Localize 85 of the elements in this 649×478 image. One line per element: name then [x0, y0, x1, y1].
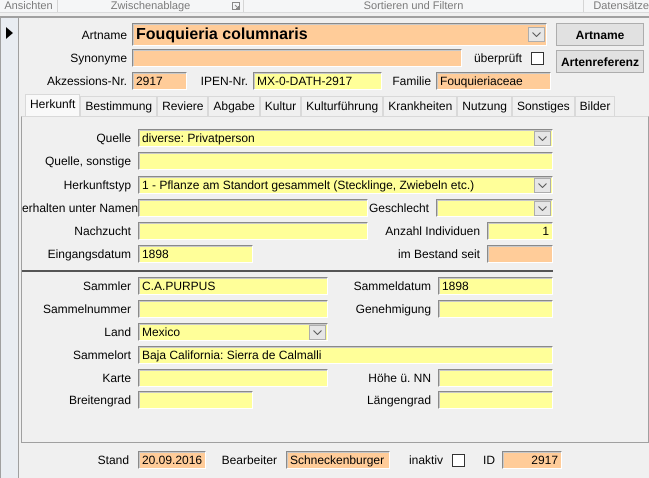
text-field[interactable]	[138, 222, 368, 240]
dropdown-button[interactable]	[534, 178, 551, 192]
text-field[interactable]	[438, 369, 553, 387]
record-pointer-icon	[6, 26, 13, 39]
text-field[interactable]	[138, 369, 328, 387]
tab[interactable]: Sonstiges	[512, 96, 575, 116]
field-label: Geschlecht	[368, 200, 430, 217]
ribbon-group-label: Ansichten	[4, 0, 53, 12]
field-label: Familie	[391, 73, 432, 90]
text-field[interactable]	[438, 300, 553, 318]
text-field[interactable]: Fouquieriaceae	[436, 72, 551, 90]
tab[interactable]: Abgabe	[208, 96, 260, 116]
text-field[interactable]	[138, 199, 368, 217]
tab[interactable]: Herkunft	[25, 94, 80, 116]
field-label: Quelle	[95, 130, 132, 147]
field-label: Bearbeiter	[220, 452, 278, 469]
text-field[interactable]: Baja California: Sierra de Calmalli	[138, 346, 553, 364]
text-field[interactable]: MX-0-DATH-2917	[253, 72, 382, 90]
chevron-icon	[532, 32, 541, 37]
field-label: IPEN-Nr.	[200, 73, 249, 90]
ribbon-group-label: Sortieren und Filtern	[364, 0, 464, 12]
text-field[interactable]	[487, 245, 553, 263]
text-field[interactable]: 1898	[138, 245, 253, 263]
field-label: Stand	[96, 452, 130, 469]
tab[interactable]: Bestimmung	[80, 96, 158, 116]
field-label: Karte	[101, 370, 132, 387]
dialog-launcher-icon[interactable]	[232, 2, 240, 10]
field-label: Eingangsdatum	[46, 246, 132, 263]
text-field[interactable]	[138, 300, 328, 318]
field-label: Höhe ü. NN	[367, 370, 432, 387]
tab[interactable]: Kulturführung	[301, 96, 384, 116]
form-button[interactable]: Artenreferenz	[556, 50, 644, 73]
dropdown-button[interactable]	[534, 130, 551, 146]
field-label: Breitengrad	[68, 392, 132, 409]
tab[interactable]: Kultur	[260, 96, 302, 116]
text-field[interactable]: 1898	[438, 277, 553, 295]
checkbox[interactable]	[531, 52, 544, 64]
field-label: überprüft	[472, 50, 523, 67]
text-field[interactable]: C.A.PURPUS	[138, 277, 328, 295]
ribbon-group-label: Datensätze	[593, 0, 649, 12]
field-label: Akzessions-Nr.	[46, 73, 128, 90]
dropdown-button[interactable]	[534, 200, 551, 216]
combo-box[interactable]: 1 - Pflanze am Standort gesammelt (Stecklinge, Zwiebeln etc.)	[138, 176, 553, 194]
dropdown-button[interactable]	[309, 324, 326, 340]
field-label: Synonyme	[69, 50, 128, 67]
number-field[interactable]: 2917	[502, 451, 562, 469]
chevron-icon	[538, 206, 547, 210]
text-field[interactable]	[138, 152, 553, 170]
number-field[interactable]: 1	[487, 222, 553, 240]
field-label: Artname	[80, 26, 128, 44]
text-field[interactable]	[438, 391, 553, 409]
combo-box[interactable]: diverse: Privatperson	[138, 129, 553, 147]
field-label: inaktiv	[408, 452, 444, 469]
field-label: Sammeldatum	[352, 278, 432, 295]
field-label: Genehmigung	[354, 301, 432, 318]
chevron-icon	[313, 330, 322, 334]
field-label: Quelle, sonstige	[44, 153, 132, 170]
combo-box[interactable]: Mexico	[138, 323, 328, 341]
field-label: Längengrad	[366, 392, 432, 409]
field-label: Sammelnummer	[42, 301, 132, 318]
field-label: im Bestand seit	[396, 246, 481, 263]
tab[interactable]: Nutzung	[457, 96, 512, 116]
field-label: Nachzucht	[73, 223, 132, 240]
chevron-icon	[538, 182, 547, 188]
field-label: Sammelort	[72, 347, 132, 364]
tab[interactable]: Reviere	[157, 96, 208, 116]
text-field[interactable]	[138, 391, 253, 409]
field-label: Anzahl Individuen	[384, 223, 481, 240]
combo-box[interactable]	[436, 199, 553, 217]
tab[interactable]: Bilder	[574, 96, 616, 116]
text-field[interactable]: 2917	[132, 72, 187, 90]
ribbon-group-label: Zwischenablage	[110, 0, 190, 12]
tab[interactable]: Krankheiten	[383, 96, 458, 116]
chevron-icon	[538, 136, 547, 140]
field-label: ID	[482, 452, 496, 469]
combo-box[interactable]: Fouquieria columnaris	[132, 23, 547, 46]
field-label: Sammler	[82, 278, 132, 295]
field-label: Herkunftstyp	[62, 177, 132, 194]
text-field[interactable]: Schneckenburger	[286, 451, 390, 469]
field-label: Land	[103, 324, 132, 341]
text-field[interactable]	[132, 49, 462, 67]
checkbox[interactable]	[452, 454, 465, 466]
dropdown-button[interactable]	[528, 27, 545, 42]
text-field[interactable]: 20.09.2016	[138, 451, 206, 469]
form-button[interactable]: Artname	[556, 23, 644, 46]
